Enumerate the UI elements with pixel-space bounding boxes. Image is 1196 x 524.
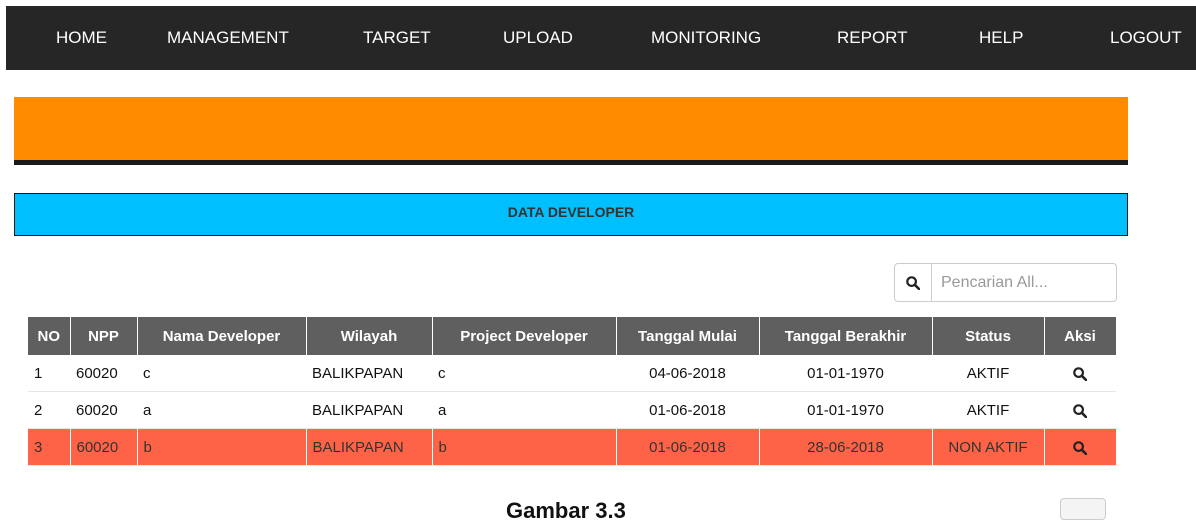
pagination-button[interactable]	[1060, 498, 1106, 520]
cell-status: AKTIF	[932, 391, 1044, 429]
nav-upload[interactable]: UPLOAD	[503, 6, 573, 70]
top-navbar: HOME MANAGEMENT TARGET UPLOAD MONITORING…	[6, 6, 1196, 70]
nav-management[interactable]: MANAGEMENT	[167, 6, 289, 70]
col-header-no[interactable]: NO	[28, 317, 71, 355]
col-header-tanggal-mulai[interactable]: Tanggal Mulai	[616, 317, 760, 355]
col-header-aksi: Aksi	[1044, 317, 1117, 355]
cell-nama: a	[137, 391, 306, 429]
banner-divider	[14, 160, 1128, 165]
table-row: 3 60020 b BALIKPAPAN b 01-06-2018 28-06-…	[28, 428, 1117, 466]
table-row: 1 60020 c BALIKPAPAN c 04-06-2018 01-01-…	[28, 355, 1116, 392]
cell-npp: 60020	[70, 428, 138, 466]
nav-help[interactable]: HELP	[979, 6, 1023, 70]
search-icon	[906, 275, 920, 290]
cell-npp: 60020	[70, 391, 137, 429]
col-header-npp[interactable]: NPP	[70, 317, 138, 355]
cell-aksi	[1044, 391, 1116, 429]
nav-target[interactable]: TARGET	[363, 6, 431, 70]
developer-table: NO NPP Nama Developer Wilayah Project De…	[28, 317, 1117, 466]
cell-wilayah: BALIKPAPAN	[306, 428, 433, 466]
search-box	[894, 263, 1117, 302]
cell-no: 1	[28, 355, 70, 392]
cell-mulai: 01-06-2018	[616, 428, 760, 466]
nav-logout[interactable]: LOGOUT	[1110, 6, 1182, 70]
col-header-wilayah[interactable]: Wilayah	[306, 317, 433, 355]
cell-mulai: 01-06-2018	[616, 391, 759, 429]
cell-project: a	[432, 391, 616, 429]
cell-nama: b	[137, 428, 307, 466]
section-title: DATA DEVELOPER	[507, 204, 635, 220]
col-header-nama-developer[interactable]: Nama Developer	[137, 317, 307, 355]
cell-no: 2	[28, 391, 70, 429]
col-header-project-developer[interactable]: Project Developer	[432, 317, 617, 355]
search-icon[interactable]	[1073, 440, 1087, 455]
figure-caption: Gambar 3.3	[506, 498, 626, 523]
cell-project: b	[432, 428, 617, 466]
search-icon[interactable]	[1073, 403, 1087, 418]
cell-berakhir: 01-01-1970	[759, 355, 932, 392]
search-icon[interactable]	[1073, 366, 1087, 381]
table-row: 2 60020 a BALIKPAPAN a 01-06-2018 01-01-…	[28, 391, 1116, 429]
col-header-tanggal-berakhir[interactable]: Tanggal Berakhir	[759, 317, 933, 355]
cell-berakhir: 28-06-2018	[759, 428, 933, 466]
cell-berakhir: 01-01-1970	[759, 391, 932, 429]
cell-wilayah: BALIKPAPAN	[306, 355, 432, 392]
cell-npp: 60020	[70, 355, 137, 392]
nav-report[interactable]: REPORT	[837, 6, 908, 70]
cell-nama: c	[137, 355, 306, 392]
table-header-row: NO NPP Nama Developer Wilayah Project De…	[28, 317, 1117, 355]
section-title-bar: DATA DEVELOPER	[14, 193, 1128, 236]
cell-aksi	[1044, 355, 1116, 392]
cell-status: NON AKTIF	[932, 428, 1045, 466]
col-header-status[interactable]: Status	[932, 317, 1045, 355]
nav-home[interactable]: HOME	[56, 6, 107, 70]
orange-banner	[14, 97, 1128, 160]
cell-no: 3	[28, 428, 71, 466]
cell-wilayah: BALIKPAPAN	[306, 391, 432, 429]
cell-status: AKTIF	[932, 355, 1044, 392]
cell-mulai: 04-06-2018	[616, 355, 759, 392]
cell-aksi	[1044, 428, 1117, 466]
nav-monitoring[interactable]: MONITORING	[651, 6, 761, 70]
search-input[interactable]	[932, 264, 1117, 301]
cell-project: c	[432, 355, 616, 392]
search-button[interactable]	[895, 264, 932, 301]
